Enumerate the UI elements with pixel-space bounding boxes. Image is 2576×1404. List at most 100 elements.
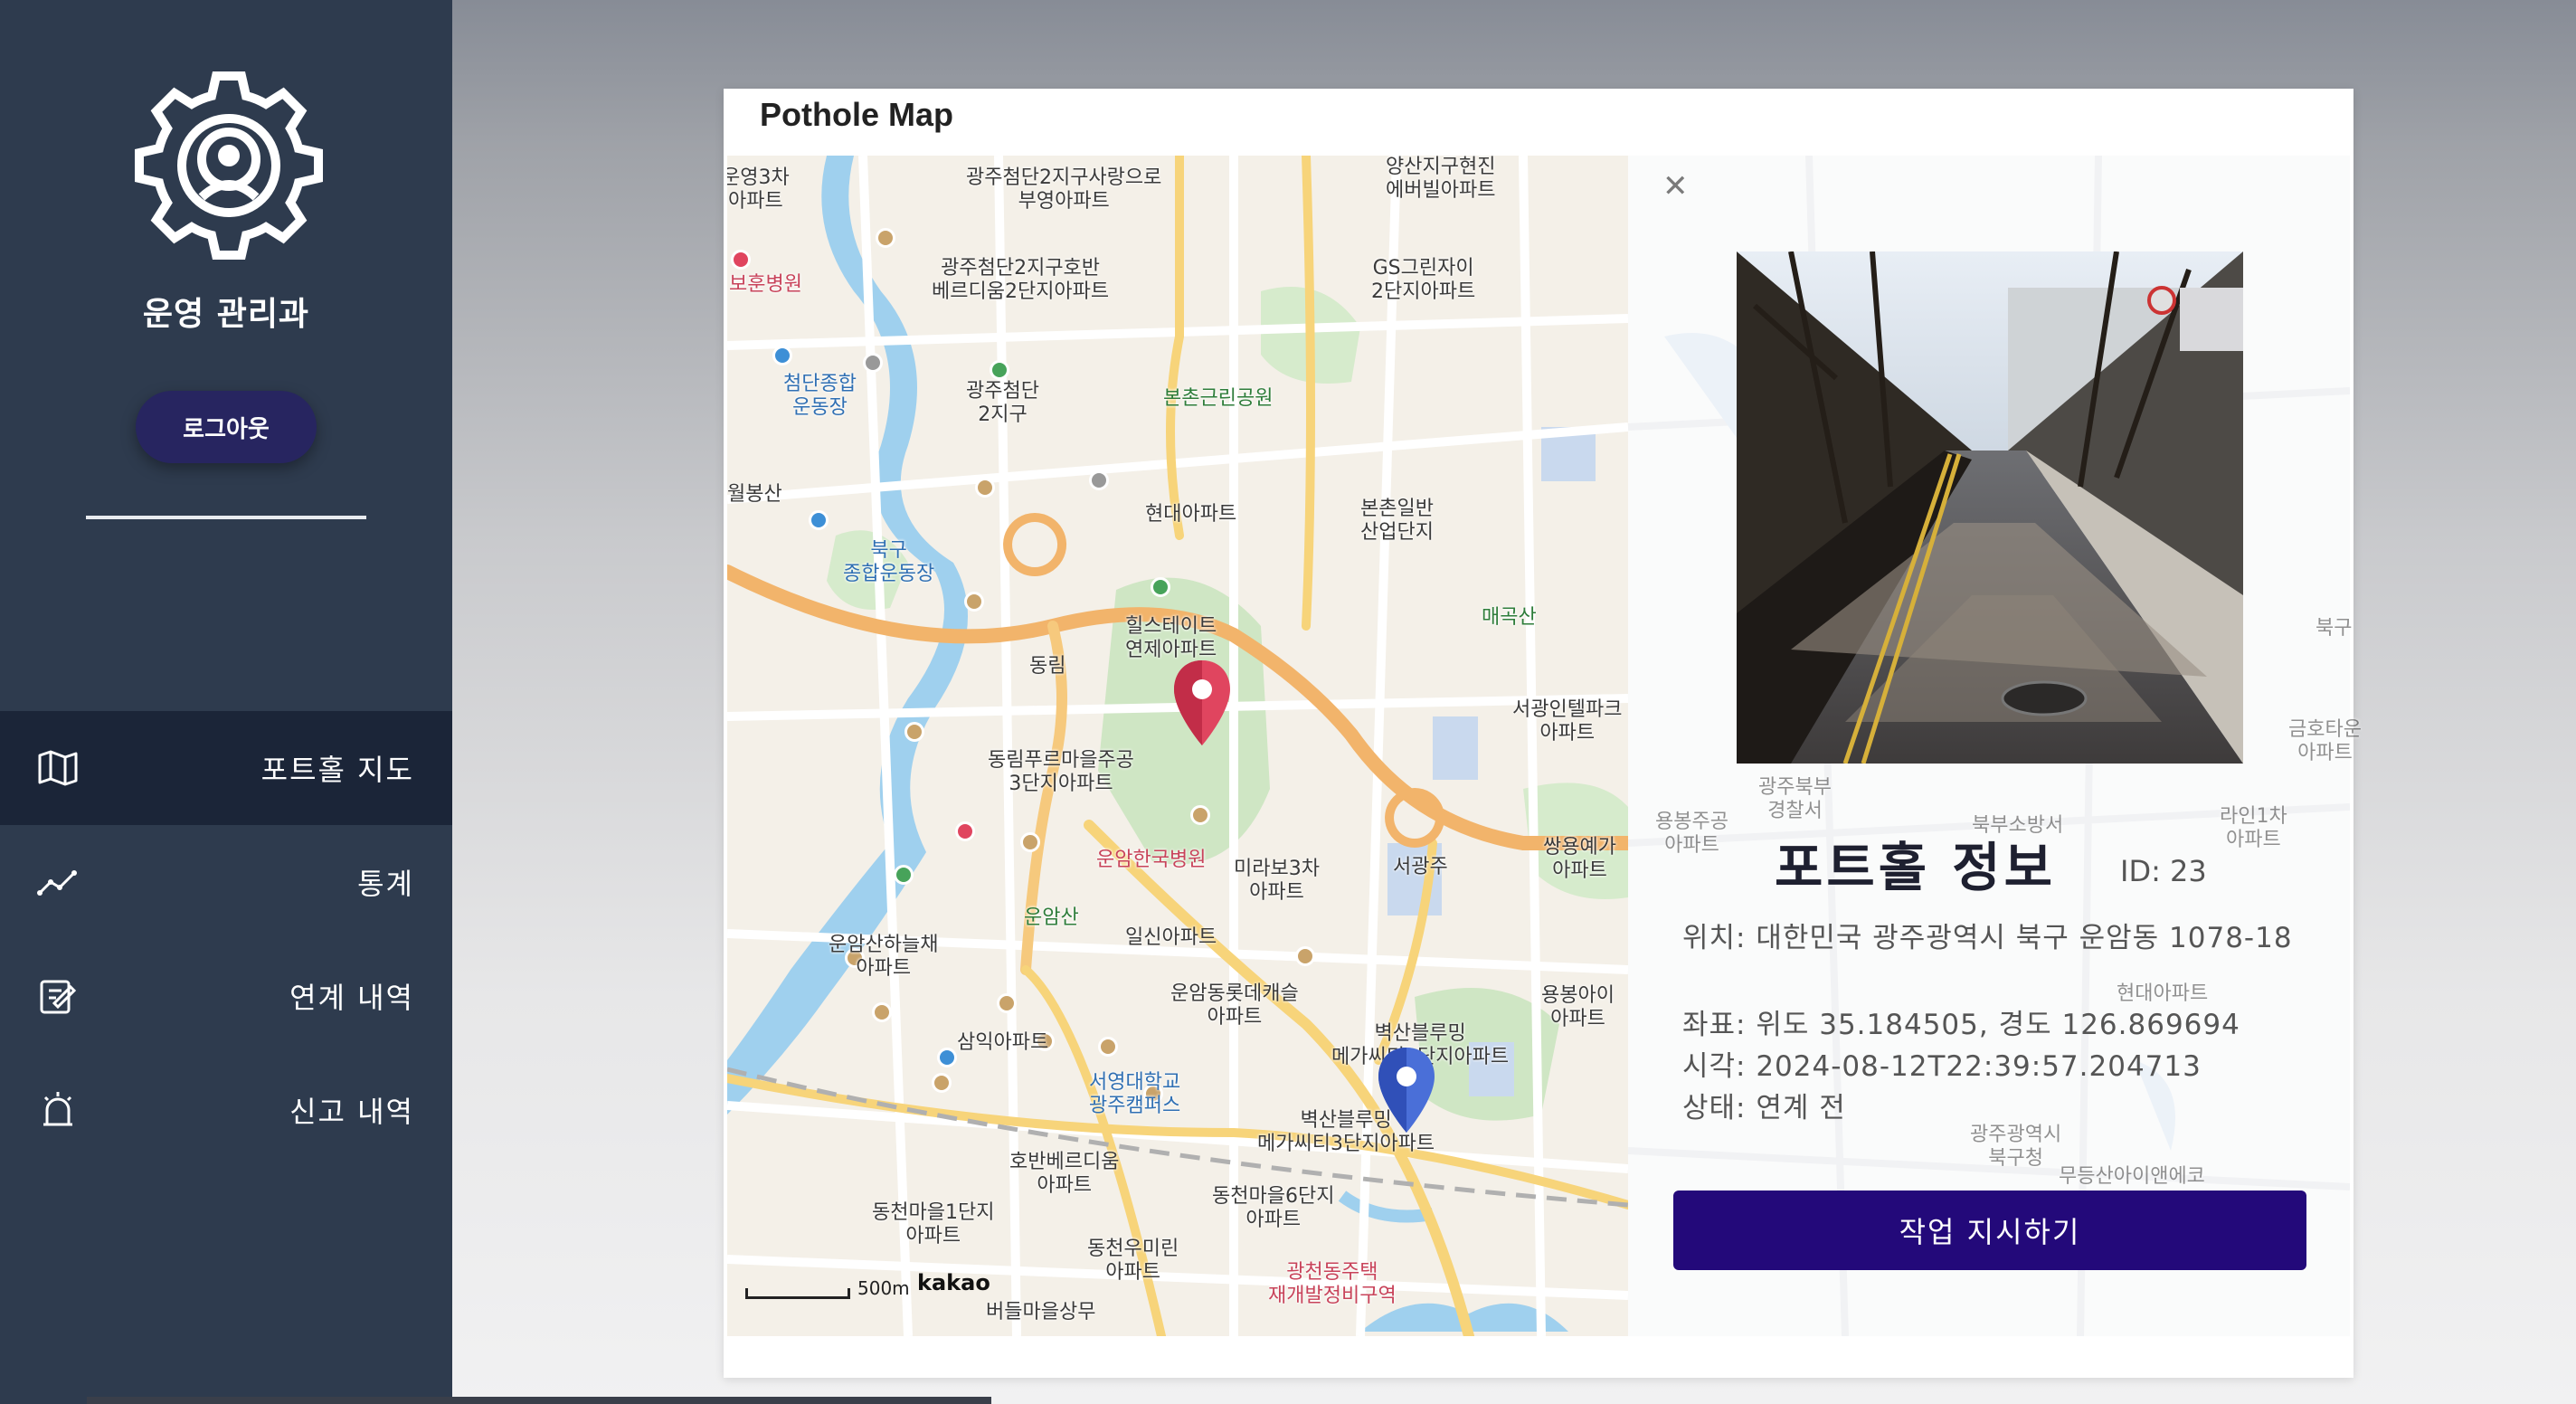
scale-label: 500m [857,1277,910,1299]
panel-title: Pothole Map [760,96,953,133]
info-status: 상태: 연계 전 [1682,1092,1846,1124]
map-label: 동림 [1029,655,1066,678]
poi-dot [809,510,829,530]
map-label: 보훈병원 [729,273,802,296]
map-label: 북구 [2316,617,2353,640]
nav-item-link-history[interactable]: 연계 내역 [0,939,452,1053]
map-label: 광주광역시 북구청 [1970,1124,2062,1170]
kakao-logo: kakao [917,1270,990,1295]
logout-button[interactable]: 로그아웃 [136,391,317,463]
map-label: 현대아파트 [2117,982,2209,1005]
poi-dot [932,1073,952,1093]
nav-item-report-history[interactable]: 신고 내역 [0,1053,452,1167]
map-label: 현대아파트 [1145,503,1237,526]
map-label: 운암산 [1024,906,1079,929]
map-label: 광주북부 경찰서 [1758,776,1832,822]
map-label: 서광인텔파크 아파트 [1512,698,1623,745]
poi-dot [863,353,883,373]
map-label: 동림푸르마을주공 3단지아파트 [988,749,1134,795]
poi-dot [904,722,924,742]
map-label: 서광주 [1393,856,1448,878]
pothole-info-panel: 북구 금호타운 아파트 라인1차 아파트 북부소방서 광주북부 경찰서 용봉주공 아파트… [1628,156,2362,1336]
map-label: 무등산아이앤에코 [2059,1165,2205,1188]
poi-dot [997,993,1017,1013]
map-label: 월봉산 [727,483,782,506]
map-scale: 500m [745,1277,910,1299]
map-label: 매곡산 [1482,606,1537,629]
map-label: 힐스테이트 연제아파트 [1125,615,1217,661]
sidebar-divider [86,516,366,519]
pothole-marker-blue[interactable] [1375,1044,1438,1138]
sidebar: 운영 관리과 로그아웃 포트홀 지도 통계 연계 내역 신고 내역 [0,0,452,1404]
map-label: 운암한국병원 [1096,849,1207,871]
map-label: 쌍용예가 아파트 [1543,836,1616,882]
pothole-marker-red[interactable] [1170,657,1234,751]
map-label: 서영대학교 광주캠퍼스 [1089,1071,1181,1117]
map-label: 첨단종합 운동장 [783,373,857,419]
map-label: 운암동롯데캐슬 아파트 [1170,982,1299,1029]
map-label: 광주첨단2지구호반 베르디움2단지아파트 [932,257,1110,303]
map-label: GS그린자이 2단지아파트 [1371,257,1476,303]
nav-label: 신고 내역 [289,1095,414,1129]
map-label: 본촌근린공원 [1163,387,1274,410]
info-location: 위치: 대한민국 광주광역시 북구 운암동 1078-18 [1682,922,2293,954]
nav-label: 연계 내역 [289,981,414,1015]
scale-bar [745,1288,850,1299]
bottom-scrollbar[interactable] [87,1397,991,1404]
alarm-icon [43,1092,72,1126]
pothole-id: ID: 23 [2120,854,2207,888]
pothole-photo [1737,251,2243,764]
poi-dot [955,821,975,841]
poi-dot [772,346,792,365]
map-label: 광주첨단2지구사랑으로 부영아파트 [966,166,1162,213]
poi-dot [1151,577,1170,597]
assign-work-button[interactable]: 작업 지시하기 [1673,1191,2306,1270]
org-name: 운영 관리과 [142,296,310,333]
nav-item-pothole-map[interactable]: 포트홀 지도 [0,711,452,825]
poi-dot [937,1048,957,1067]
info-coordinates: 좌표: 위도 35.184505, 경도 126.869694 [1682,1009,2240,1041]
nav-label: 포트홀 지도 [260,753,414,787]
map-label: 광주첨단 2지구 [966,380,1039,426]
map-label: 운영3차 아파트 [727,166,790,213]
map-label: 일신아파트 [1125,926,1217,949]
map-label: 미라보3차 아파트 [1234,858,1320,904]
map-label: 동천마을6단지 아파트 [1212,1185,1335,1231]
poi-dot [1190,805,1210,825]
map-label: 동천우미린 아파트 [1087,1238,1179,1284]
info-time: 시각: 2024-08-12T22:39:57.204713 [1682,1050,2202,1083]
poi-dot [1020,832,1040,852]
map-label: 삼익아파트 [957,1031,1049,1054]
poi-dot [872,1002,892,1022]
nav-label: 통계 [357,867,414,901]
map-label: 광천동주택 재개발정비구역 [1268,1261,1397,1307]
map-label: 용봉주공 아파트 [1655,811,1728,857]
map-label: 라인1차 아파트 [2220,805,2287,851]
map-icon [38,750,78,786]
chart-line-icon [37,870,77,896]
poi-dot [731,250,751,270]
poi-dot [990,360,1009,380]
poi-dot [1295,946,1315,966]
nav-item-statistics[interactable]: 통계 [0,825,452,939]
poi-dot [876,228,895,248]
map-label: 용봉아이 아파트 [1541,984,1615,1030]
poi-dot [1098,1037,1118,1057]
map-label: 북구 종합운동장 [843,539,935,585]
poi-dot [975,478,995,498]
map-label: 운암산하늘채 아파트 [829,934,939,980]
poi-dot [964,592,984,612]
poi-dot [894,865,914,885]
close-icon[interactable]: ✕ [1662,168,1689,204]
pothole-map-panel: Pothole Map 운영3차 아파트 광주첨단2지구사랑으로 부영아파트 양… [724,89,2362,1378]
map-view[interactable]: 운영3차 아파트 광주첨단2지구사랑으로 부영아파트 양산지구현진 에버빌아파트 보훈… [727,156,1628,1336]
map-label: 양산지구현진 에버빌아파트 [1386,156,1496,202]
map-label: 본촌일반 산업단지 [1360,498,1434,544]
map-label: 버들마을상무 [986,1301,1096,1323]
map-label: 동천마을1단지 아파트 [872,1201,995,1247]
gear-shield-icon [135,71,323,260]
edit-icon [40,980,77,1014]
map-label: 호반베르디움 아파트 [1009,1151,1120,1197]
poi-dot [1089,470,1109,490]
info-title: 포트홀 정보 [1775,837,2056,898]
